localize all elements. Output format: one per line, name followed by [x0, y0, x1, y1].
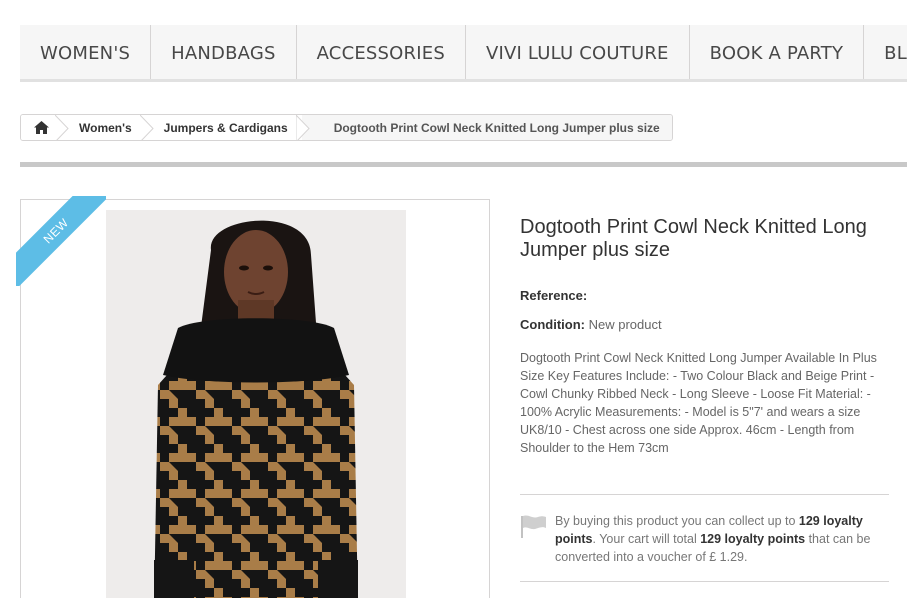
menu-item-blog[interactable]: BLOG	[864, 25, 907, 79]
menu-item-womens[interactable]: WOMEN'S	[20, 25, 152, 79]
breadcrumb-separator	[295, 115, 316, 140]
loyalty-points-block: By buying this product you can collect u…	[520, 512, 890, 566]
menu-item-accessories[interactable]: ACCESSORIES	[297, 25, 466, 79]
flag-icon	[521, 515, 546, 538]
loyalty-points-text: By buying this product you can collect u…	[555, 512, 890, 566]
condition-value: New product	[588, 317, 662, 332]
section-divider	[20, 162, 907, 167]
menu-item-book-a-party[interactable]: BOOK A PARTY	[690, 25, 865, 79]
product-title: Dogtooth Print Cowl Neck Knitted Long Ju…	[520, 216, 867, 261]
product-photo[interactable]	[106, 210, 406, 598]
loyalty-text-2: . Your cart will total	[592, 532, 701, 546]
info-divider	[520, 494, 889, 495]
product-image-container[interactable]	[20, 199, 490, 598]
product-description: Dogtooth Print Cowl Neck Knitted Long Ju…	[520, 351, 877, 455]
info-divider-bottom	[520, 581, 889, 582]
breadcrumb-item-jumpers-cardigans[interactable]: Jumpers & Cardigans	[159, 115, 302, 140]
main-menu: WOMEN'S HANDBAGS ACCESSORIES VIVI LULU C…	[20, 25, 907, 82]
breadcrumb-current: Dogtooth Print Cowl Neck Knitted Long Ju…	[315, 115, 672, 140]
breadcrumb-separator	[139, 115, 160, 140]
model-wearing-jumper-image	[106, 210, 406, 598]
menu-item-handbags[interactable]: HANDBAGS	[151, 25, 297, 79]
condition-label: Condition:	[520, 317, 585, 332]
loyalty-text-1: By buying this product you can collect u…	[555, 514, 799, 528]
product-condition: Condition: New product	[520, 317, 662, 332]
product-reference-label: Reference:	[520, 288, 588, 303]
menu-item-vivi-lulu-couture[interactable]: VIVI LULU COUTURE	[466, 25, 690, 79]
breadcrumb-separator	[55, 115, 75, 140]
loyalty-cart-total-points: 129 loyalty points	[700, 532, 806, 546]
breadcrumb: Women's Jumpers & Cardigans Dogtooth Pri…	[20, 114, 673, 141]
home-icon	[33, 121, 49, 134]
breadcrumb-item-womens[interactable]: Women's	[75, 115, 146, 140]
